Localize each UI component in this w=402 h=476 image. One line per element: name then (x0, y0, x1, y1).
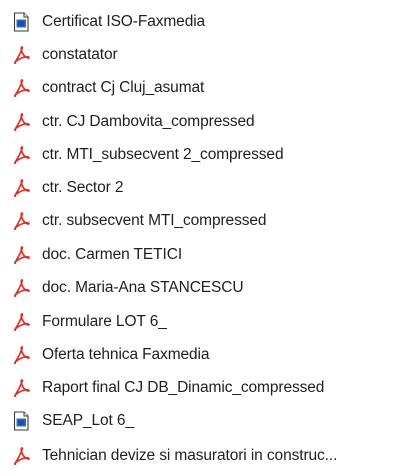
pdf-file-icon (12, 211, 30, 231)
pdf-file-icon (12, 378, 30, 398)
file-list: Certificat ISO-Faxmedia constatator cont… (0, 0, 402, 476)
file-name: doc. Maria-Ana STANCESCU (42, 278, 244, 296)
list-item[interactable]: SEAP_Lot 6_ (0, 405, 402, 436)
pdf-file-icon (12, 446, 30, 466)
file-name: Raport final CJ DB_Dinamic_compressed (42, 378, 325, 396)
word-document-icon (12, 12, 30, 32)
list-item[interactable]: ctr. MTI_subsecvent 2_compressed (0, 139, 402, 170)
file-name: doc. Carmen TETICI (42, 245, 183, 263)
file-name: contract Cj Cluj_asumat (42, 78, 205, 96)
list-item[interactable]: Tehnician devize si masuratori in constr… (0, 440, 402, 471)
list-item[interactable]: doc. Carmen TETICI (0, 239, 402, 270)
list-item[interactable]: contract Cj Cluj_asumat (0, 72, 402, 103)
list-item[interactable]: Certificat ISO-Faxmedia (0, 6, 402, 37)
list-item[interactable]: ctr. CJ Dambovita_compressed (0, 106, 402, 137)
file-name: ctr. Sector 2 (42, 178, 124, 196)
list-item[interactable]: constatator (0, 39, 402, 70)
list-item[interactable]: Formulare LOT 6_ (0, 306, 402, 337)
file-name: constatator (42, 45, 118, 63)
list-item[interactable]: ctr. Sector 2 (0, 172, 402, 203)
pdf-file-icon (12, 278, 30, 298)
file-name: ctr. subsecvent MTI_compressed (42, 211, 267, 229)
pdf-file-icon (12, 145, 30, 165)
file-name: ctr. MTI_subsecvent 2_compressed (42, 145, 284, 163)
file-name: Formulare LOT 6_ (42, 312, 167, 330)
file-name: Certificat ISO-Faxmedia (42, 12, 206, 30)
word-document-icon (12, 411, 30, 431)
file-name: SEAP_Lot 6_ (42, 411, 134, 429)
pdf-file-icon (12, 78, 30, 98)
pdf-file-icon (12, 178, 30, 198)
pdf-file-icon (12, 345, 30, 365)
file-name: ctr. CJ Dambovita_compressed (42, 112, 255, 130)
list-item[interactable]: Raport final CJ DB_Dinamic_compressed (0, 372, 402, 403)
file-name: Tehnician devize si masuratori in constr… (42, 446, 338, 464)
list-item[interactable]: doc. Maria-Ana STANCESCU (0, 272, 402, 303)
pdf-file-icon (12, 245, 30, 265)
file-name: Oferta tehnica Faxmedia (42, 345, 210, 363)
pdf-file-icon (12, 112, 30, 132)
list-item[interactable]: ctr. subsecvent MTI_compressed (0, 205, 402, 236)
pdf-file-icon (12, 312, 30, 332)
list-item[interactable]: Oferta tehnica Faxmedia (0, 339, 402, 370)
pdf-file-icon (12, 45, 30, 65)
